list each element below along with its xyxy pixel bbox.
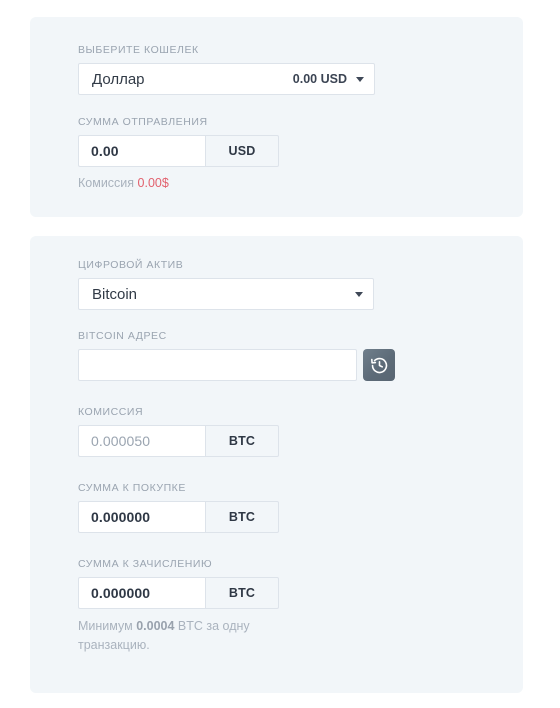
credited-amount-currency-suffix: BTC	[205, 577, 279, 609]
commission-currency-suffix: BTC	[205, 425, 279, 457]
wallet-select[interactable]: Доллар 0.00 USD	[78, 63, 375, 95]
send-amount-input[interactable]: 0.00	[78, 135, 205, 167]
purchase-amount-currency-suffix: BTC	[205, 501, 279, 533]
credited-amount-input-group: 0.000000 BTC	[78, 577, 293, 609]
send-amount-field: СУММА ОТПРАВЛЕНИЯ 0.00 USD Комиссия 0.00…	[78, 115, 279, 192]
minimum-hint-prefix: Минимум	[78, 619, 133, 633]
credited-amount-label: СУММА К ЗАЧИСЛЕНИЮ	[78, 558, 213, 570]
digital-asset-label: ЦИФРОВОЙ АКТИВ	[78, 259, 184, 271]
purchase-amount-input[interactable]: 0.000000	[78, 501, 205, 533]
commission-input[interactable]: 0.000050	[78, 425, 205, 457]
address-history-button[interactable]	[363, 349, 395, 381]
credited-amount-input[interactable]: 0.000000	[78, 577, 205, 609]
digital-asset-selected-name: Bitcoin	[92, 285, 138, 303]
send-fee-note-prefix: Комиссия	[78, 176, 135, 190]
bitcoin-address-input[interactable]	[78, 349, 357, 381]
wallet-selected-balance: 0.00 USD	[292, 72, 347, 86]
commission-label: КОМИССИЯ	[78, 406, 144, 418]
send-amount-currency-suffix: USD	[205, 135, 279, 167]
history-clock-icon	[370, 356, 389, 375]
credited-amount-field: СУММА К ЗАЧИСЛЕНИЮ 0.000000 BTC Минимум …	[78, 557, 293, 655]
chevron-down-icon	[355, 291, 363, 297]
bitcoin-address-field: BITCOIN АДРЕС	[78, 329, 395, 381]
send-card: ВЫБЕРИТЕ КОШЕЛЕК Доллар 0.00 USD СУММА О…	[30, 17, 523, 217]
digital-asset-field: ЦИФРОВОЙ АКТИВ Bitcoin	[78, 258, 374, 310]
digital-asset-select[interactable]: Bitcoin	[78, 278, 374, 310]
send-fee-note-value: 0.00$	[137, 176, 169, 190]
chevron-down-icon	[356, 76, 364, 82]
minimum-hint-value: 0.0004	[136, 619, 175, 633]
send-amount-label: СУММА ОТПРАВЛЕНИЯ	[78, 116, 208, 128]
purchase-amount-field: СУММА К ПОКУПКЕ 0.000000 BTC	[78, 481, 279, 533]
bitcoin-address-row	[78, 349, 395, 381]
wallet-label: ВЫБЕРИТЕ КОШЕЛЕК	[78, 44, 199, 56]
wallet-selected-name: Доллар	[92, 70, 145, 88]
commission-input-group: 0.000050 BTC	[78, 425, 279, 457]
purchase-amount-input-group: 0.000000 BTC	[78, 501, 279, 533]
bitcoin-address-label: BITCOIN АДРЕС	[78, 330, 167, 342]
commission-field: КОМИССИЯ 0.000050 BTC	[78, 405, 279, 457]
wallet-field: ВЫБЕРИТЕ КОШЕЛЕК Доллар 0.00 USD	[78, 43, 375, 95]
send-amount-input-group: 0.00 USD	[78, 135, 279, 167]
digital-asset-card: ЦИФРОВОЙ АКТИВ Bitcoin BITCOIN АДРЕС КОМ…	[30, 236, 523, 693]
send-fee-note: Комиссия 0.00$	[78, 174, 279, 192]
minimum-transaction-hint: Минимум 0.0004 BTC за одну транзакцию.	[78, 617, 293, 655]
wallet-exchange-page: ВЫБЕРИТЕ КОШЕЛЕК Доллар 0.00 USD СУММА О…	[0, 0, 560, 708]
purchase-amount-label: СУММА К ПОКУПКЕ	[78, 482, 186, 494]
